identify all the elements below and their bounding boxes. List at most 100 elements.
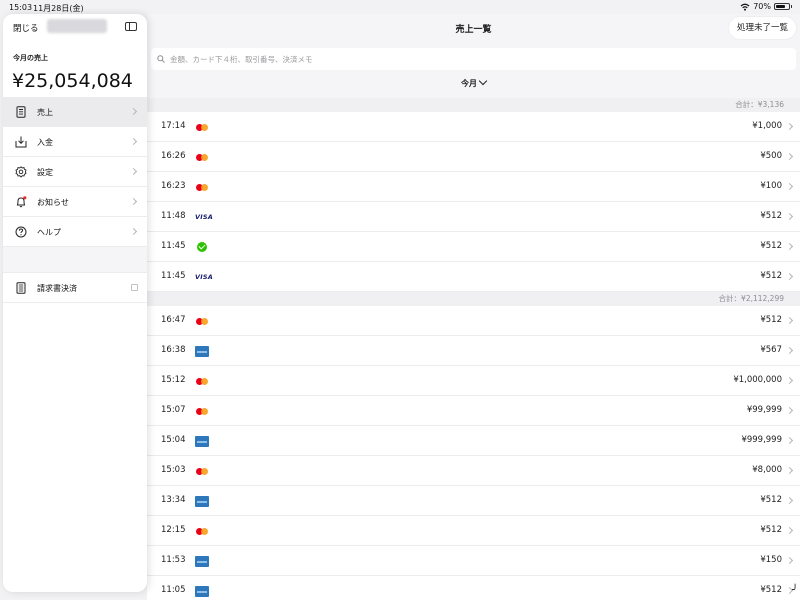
wechat-pay-icon: [197, 242, 207, 252]
transaction-row[interactable]: 16:38 ¥567: [147, 336, 800, 366]
status-time: 15:03: [9, 3, 33, 12]
chevron-right-icon: [129, 197, 138, 206]
card-brand: [195, 316, 209, 326]
transaction-row[interactable]: 15:07 ¥99,999: [147, 396, 800, 426]
transaction-time: 16:26: [161, 151, 186, 161]
sidebar-item-label: ヘルプ: [37, 228, 61, 237]
transaction-row[interactable]: 11:48 VISA ¥512: [147, 202, 800, 232]
mastercard-icon: [195, 122, 209, 132]
transaction-amount: ¥1,000,000: [733, 375, 782, 385]
transaction-row[interactable]: 11:45 VISA ¥512: [147, 262, 800, 292]
sidebar-item-notices[interactable]: お知らせ: [3, 187, 147, 217]
chevron-right-icon: [785, 272, 794, 281]
search-input[interactable]: 金額、カード下４桁、取引番号、決済メモ: [151, 48, 796, 70]
transaction-time: 17:14: [161, 121, 186, 131]
sidebar-item-deposits[interactable]: 入金: [3, 127, 147, 157]
status-right: 70%: [740, 2, 792, 11]
sidebar-menu: 売上 入金 設定 お知らせ ヘルプ 請求書決済: [3, 97, 147, 303]
group-total: 合計：¥3,136: [147, 98, 800, 112]
chevron-right-icon: [785, 376, 794, 385]
card-brand: [195, 466, 209, 476]
menu-separator: [3, 247, 147, 273]
card-brand: [195, 526, 209, 536]
transaction-row[interactable]: 11:53 ¥150: [147, 546, 800, 576]
card-brand: VISA: [195, 272, 213, 282]
sales-list-pane: 売上一覧 処理未了一覧 金額、カード下４桁、取引番号、決済メモ 今月 合計：¥3…: [147, 14, 800, 600]
visa-icon: VISA: [195, 213, 213, 221]
sidebar-item-sales[interactable]: 売上: [3, 97, 147, 127]
chevron-right-icon: [785, 242, 794, 251]
receipt-icon: [16, 106, 26, 118]
transaction-row[interactable]: 12:15 ¥512: [147, 516, 800, 546]
transaction-time: 11:53: [161, 555, 186, 565]
card-brand: [195, 182, 209, 192]
chevron-down-icon: [478, 76, 488, 86]
sidebar-item-invoice[interactable]: 請求書決済: [3, 273, 147, 303]
amex-icon: [195, 496, 209, 507]
battery-fill: [776, 5, 786, 8]
transaction-time: 11:48: [161, 211, 186, 221]
card-brand: [195, 152, 209, 162]
group-total: 合計：¥2,112,299: [147, 292, 800, 306]
transaction-amount: ¥8,000: [752, 465, 782, 475]
chevron-right-icon: [785, 556, 794, 565]
transaction-row[interactable]: 11:05 ¥512: [147, 576, 800, 600]
transaction-row[interactable]: 15:04 ¥999,999: [147, 426, 800, 456]
transaction-time: 16:23: [161, 181, 186, 191]
transaction-amount: ¥512: [760, 211, 782, 221]
monthly-sales-label: 今月の売上: [13, 54, 48, 62]
card-brand: [195, 406, 209, 416]
close-button[interactable]: 閉じる: [13, 22, 39, 34]
transaction-amount: ¥512: [760, 315, 782, 325]
transaction-row[interactable]: 15:03 ¥8,000: [147, 456, 800, 486]
chevron-right-icon: [785, 526, 794, 535]
pending-list-button[interactable]: 処理未了一覧: [728, 17, 796, 39]
transaction-amount: ¥999,999: [741, 435, 782, 445]
mastercard-icon: [195, 466, 209, 476]
mastercard-icon: [195, 376, 209, 386]
status-bar: 15:03 11月28日(金) 70%: [0, 0, 800, 14]
chevron-right-icon: [785, 152, 794, 161]
card-brand: [195, 376, 209, 386]
transaction-amount: ¥100: [760, 181, 782, 191]
amex-icon: [195, 556, 209, 567]
transaction-amount: ¥1,000: [752, 121, 782, 131]
notification-badge: [23, 196, 27, 200]
period-selector[interactable]: 今月: [147, 76, 800, 89]
sidebar-item-label: 設定: [37, 168, 53, 177]
chevron-right-icon: [129, 227, 138, 236]
mastercard-icon: [195, 316, 209, 326]
mastercard-icon: [195, 182, 209, 192]
card-brand: [195, 556, 209, 567]
transaction-amount: ¥99,999: [746, 405, 782, 415]
transaction-row[interactable]: 16:47 ¥512: [147, 306, 800, 336]
chevron-right-icon: [129, 167, 138, 176]
visa-icon: VISA: [195, 273, 213, 281]
sidebar-item-help[interactable]: ヘルプ: [3, 217, 147, 247]
transaction-row[interactable]: 11:45 ¥512: [147, 232, 800, 262]
sidebar-item-label: 入金: [37, 138, 53, 147]
transaction-time: 11:45: [161, 241, 186, 251]
sidebar-item-label: 売上: [37, 108, 53, 117]
transaction-time: 15:12: [161, 375, 186, 385]
chevron-right-icon: [129, 107, 138, 116]
store-name-blurred: [47, 19, 107, 33]
transaction-time: 15:03: [161, 465, 186, 475]
chevron-right-icon: [785, 346, 794, 355]
transaction-row[interactable]: 15:12 ¥1,000,000: [147, 366, 800, 396]
transaction-row[interactable]: 13:34 ¥512: [147, 486, 800, 516]
period-label: 今月: [461, 79, 477, 88]
card-brand: [195, 436, 209, 447]
transaction-amount: ¥567: [760, 345, 782, 355]
chevron-right-icon: [785, 406, 794, 415]
sidebar-item-settings[interactable]: 設定: [3, 157, 147, 187]
transaction-time: 11:45: [161, 271, 186, 281]
transaction-row[interactable]: 17:14 ¥1,000: [147, 112, 800, 142]
transaction-row[interactable]: 16:26 ¥500: [147, 142, 800, 172]
transaction-amount: ¥512: [760, 271, 782, 281]
sidebar-toggle-icon[interactable]: [125, 22, 137, 31]
transaction-time: 16:47: [161, 315, 186, 325]
sidebar-item-label: 請求書決済: [37, 284, 77, 293]
transaction-row[interactable]: 16:23 ¥100: [147, 172, 800, 202]
card-brand: [195, 586, 209, 597]
